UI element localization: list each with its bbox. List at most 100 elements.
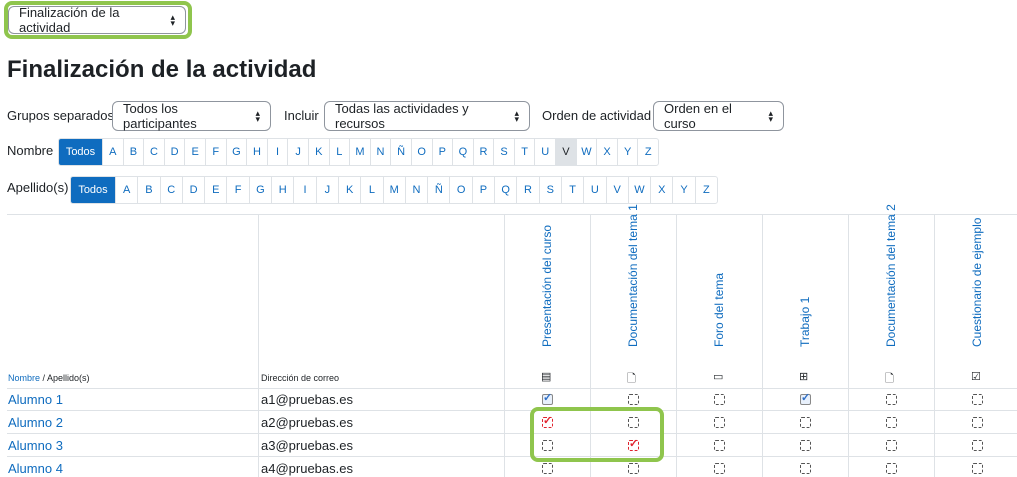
name-initial[interactable]: D bbox=[163, 139, 185, 165]
select-caret-icon: ▴ ▾ bbox=[514, 108, 519, 124]
name-initial[interactable]: K bbox=[307, 139, 329, 165]
surname-initial[interactable]: E bbox=[204, 177, 226, 203]
completion-checkbox[interactable] bbox=[972, 417, 983, 428]
surname-initial[interactable]: S bbox=[538, 177, 561, 203]
surname-initial[interactable]: L bbox=[360, 177, 382, 203]
activity-header-link[interactable]: Documentación del tema 2 bbox=[884, 204, 898, 347]
name-initial[interactable]: C bbox=[143, 139, 164, 165]
page-icon: ▤ bbox=[541, 371, 552, 383]
completion-checkbox[interactable] bbox=[628, 463, 639, 474]
name-initial[interactable]: Ñ bbox=[390, 139, 411, 165]
completion-checkbox[interactable] bbox=[972, 394, 983, 405]
surname-initial[interactable]: Y bbox=[672, 177, 694, 203]
completion-checkbox[interactable] bbox=[800, 463, 811, 474]
completion-checkbox[interactable] bbox=[886, 394, 897, 405]
student-name-link[interactable]: Alumno 2 bbox=[8, 415, 63, 430]
surname-initial[interactable]: H bbox=[271, 177, 293, 203]
completion-checkbox[interactable]: ✓ bbox=[542, 392, 553, 405]
completion-checkbox[interactable] bbox=[714, 394, 725, 405]
completion-checkbox[interactable] bbox=[800, 440, 811, 451]
completion-checkbox[interactable] bbox=[628, 394, 639, 405]
student-email: a2@pruebas.es bbox=[261, 415, 353, 430]
name-initial[interactable]: F bbox=[204, 139, 226, 165]
activity-header-link[interactable]: Presentación del curso bbox=[540, 225, 554, 347]
groups-label: Grupos separados bbox=[7, 108, 114, 123]
name-initial[interactable]: L bbox=[328, 139, 350, 165]
completion-checkbox[interactable] bbox=[542, 463, 553, 474]
sort-by-first-name-link[interactable]: Nombre bbox=[8, 373, 40, 383]
name-initial[interactable]: B bbox=[122, 139, 144, 165]
name-initial[interactable]: O bbox=[410, 139, 432, 165]
student-email: a4@pruebas.es bbox=[261, 461, 353, 476]
activity-header-link[interactable]: Trabajo 1 bbox=[798, 297, 812, 347]
surname-initial[interactable]: X bbox=[650, 177, 672, 203]
name-initial[interactable]: N bbox=[369, 139, 391, 165]
surname-initial[interactable]: T bbox=[560, 177, 583, 203]
name-initial[interactable]: J bbox=[287, 139, 308, 165]
name-initial[interactable]: I bbox=[266, 139, 288, 165]
completion-checkbox[interactable] bbox=[714, 417, 725, 428]
completion-checkbox[interactable] bbox=[714, 463, 725, 474]
name-initial[interactable]: Q bbox=[452, 139, 473, 165]
completion-checkbox[interactable]: ✓ bbox=[800, 392, 811, 405]
surname-initial[interactable]: D bbox=[181, 177, 204, 203]
name-initial[interactable]: U bbox=[534, 139, 555, 165]
name-initial[interactable]: T bbox=[513, 139, 535, 165]
name-initial[interactable]: X bbox=[596, 139, 617, 165]
surname-initial[interactable]: B bbox=[137, 177, 159, 203]
completion-checkbox[interactable] bbox=[886, 417, 897, 428]
completion-checkbox[interactable] bbox=[800, 417, 811, 428]
name-initial[interactable]: A bbox=[102, 139, 123, 165]
name-initial[interactable]: H bbox=[246, 139, 267, 165]
surname-initial[interactable]: Ñ bbox=[427, 177, 449, 203]
surname-initial[interactable]: U bbox=[583, 177, 605, 203]
name-initial[interactable]: E bbox=[184, 139, 205, 165]
name-initial[interactable]: S bbox=[493, 139, 514, 165]
name-initial-all[interactable]: Todos bbox=[59, 139, 102, 165]
name-initial[interactable]: R bbox=[472, 139, 494, 165]
surname-initial[interactable]: F bbox=[226, 177, 248, 203]
groups-select[interactable]: Todos los participantes ▴ ▾ bbox=[112, 101, 271, 131]
surname-initial[interactable]: O bbox=[449, 177, 471, 203]
name-initial[interactable]: G bbox=[225, 139, 247, 165]
name-initial[interactable]: V bbox=[555, 139, 576, 165]
name-initial[interactable]: P bbox=[431, 139, 453, 165]
activity-header-link[interactable]: Cuestionario de ejemplo bbox=[970, 218, 984, 347]
surname-filter-label: Apellido(s) bbox=[7, 180, 69, 195]
name-initial[interactable]: W bbox=[575, 139, 597, 165]
completion-checkbox[interactable] bbox=[972, 440, 983, 451]
include-label: Incluir bbox=[284, 108, 319, 123]
surname-initial[interactable]: V bbox=[605, 177, 628, 203]
file-icon: 🗋 bbox=[885, 373, 894, 385]
order-select[interactable]: Orden en el curso ▴ ▾ bbox=[653, 101, 784, 131]
surname-initial[interactable]: G bbox=[248, 177, 271, 203]
name-initial[interactable]: M bbox=[349, 139, 370, 165]
student-name-link[interactable]: Alumno 4 bbox=[8, 461, 63, 476]
surname-initial[interactable]: M bbox=[382, 177, 405, 203]
completion-checkbox[interactable] bbox=[714, 440, 725, 451]
student-name-link[interactable]: Alumno 1 bbox=[8, 392, 63, 407]
student-name-link[interactable]: Alumno 3 bbox=[8, 438, 63, 453]
surname-initial[interactable]: P bbox=[471, 177, 494, 203]
activity-header-link[interactable]: Foro del tema bbox=[712, 273, 726, 347]
surname-initial[interactable]: Z bbox=[694, 177, 717, 203]
surname-initial[interactable]: R bbox=[516, 177, 538, 203]
surname-initial[interactable]: Q bbox=[494, 177, 516, 203]
forum-icon: ▭ bbox=[713, 371, 724, 383]
completion-checkbox[interactable] bbox=[972, 463, 983, 474]
surname-initial[interactable]: J bbox=[315, 177, 338, 203]
name-initial[interactable]: Z bbox=[637, 139, 658, 165]
completion-checkbox[interactable] bbox=[886, 463, 897, 474]
activity-header-link[interactable]: Documentación del tema 1 bbox=[626, 204, 640, 347]
completion-checkbox[interactable] bbox=[886, 440, 897, 451]
surname-initial[interactable]: I bbox=[293, 177, 315, 203]
surname-initial[interactable]: W bbox=[627, 177, 650, 203]
surname-initial[interactable]: C bbox=[159, 177, 182, 203]
surname-initial[interactable]: N bbox=[404, 177, 427, 203]
sort-by-last-name-link[interactable]: Apellido(s) bbox=[47, 373, 90, 383]
include-select[interactable]: Todas las actividades y recursos ▴ ▾ bbox=[324, 101, 530, 131]
surname-initial[interactable]: K bbox=[337, 177, 360, 203]
name-initial[interactable]: Y bbox=[616, 139, 638, 165]
surname-initial[interactable]: A bbox=[115, 177, 137, 203]
surname-initial-all[interactable]: Todos bbox=[71, 177, 115, 203]
